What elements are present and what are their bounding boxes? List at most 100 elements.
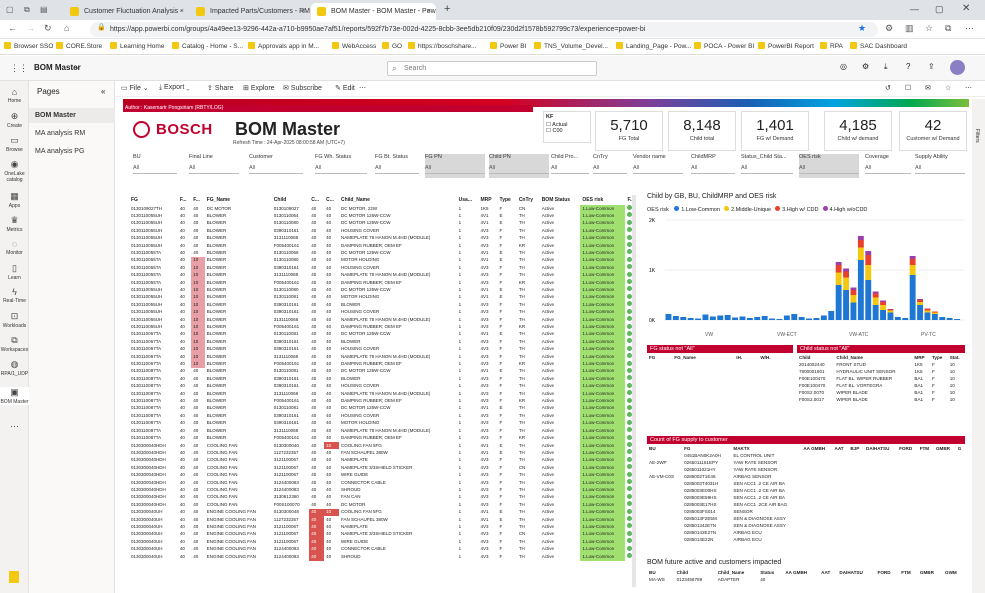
- filter-childmrp[interactable]: ChildMRP All: [691, 154, 735, 178]
- table-row[interactable]: 0265011021HY YAW RATE SENSOR: [647, 466, 965, 473]
- bar-segment[interactable]: [880, 302, 886, 305]
- table-row[interactable]: 0130110055UH 40 40 BLOWER 0130110080 40 40 DC M…: [129, 219, 639, 228]
- bar-segment[interactable]: [917, 302, 923, 305]
- minimize-button[interactable]: —: [910, 4, 919, 14]
- table-row[interactable]: 0130300040UH 40 40 ENGINE COOLING FAN 312110…: [129, 523, 639, 531]
- table-row[interactable]: AE-VM-C0S 0285002T1E46 AIRBAG SENSOR: [647, 473, 965, 480]
- table-row[interactable]: 0130300040UH 40 40 ENGINE COOLING FAN 013030…: [129, 508, 639, 517]
- table-row[interactable]: 0130300040UH 40 40 ENGINE COOLING FAN 312110…: [129, 538, 639, 546]
- kf-option-c00[interactable]: ☐ C00: [546, 128, 588, 134]
- fav-item[interactable]: SAC Dashboard: [850, 42, 907, 50]
- bar-segment[interactable]: [924, 309, 931, 311]
- table-row[interactable]: 0130110055UH 40 10 BLOWER 0130110080 40 40 DC M…: [129, 286, 639, 294]
- table-row[interactable]: 0130110055UH 40 10 BLOWER 0390310161 40 40 BLOW…: [129, 301, 639, 309]
- fav-item[interactable]: Catalog - Home - S...: [172, 42, 243, 50]
- fav-item[interactable]: TNS_Volume_Devel...: [534, 42, 608, 50]
- nav-workloads[interactable]: ⊡ Workloads: [0, 311, 29, 329]
- bar-segment[interactable]: [820, 315, 827, 321]
- nav-more[interactable]: ⋯: [0, 421, 29, 433]
- table-row[interactable]: 0130110087TA 40 40 BLOWER 3131110068 40 40 NAME…: [129, 427, 639, 435]
- maximize-button[interactable]: ▢: [935, 4, 944, 15]
- nav-browse[interactable]: ▭ Browse: [0, 135, 29, 153]
- tab-list-icon[interactable]: ▤: [40, 5, 48, 14]
- table-row[interactable]: 0130110087TA 40 40 BLOWER 0130110081 40 40 DC M…: [129, 367, 639, 376]
- table-row[interactable]: 0130110067TA 40 10 BLOWER 0390310161 40 40 BLOW…: [129, 338, 639, 346]
- column-header[interactable]: AA GMBH: [783, 569, 819, 576]
- bookmark-icon[interactable]: ☐: [905, 84, 911, 92]
- bar-segment[interactable]: [917, 300, 923, 302]
- table-row[interactable]: 0130300040HDH 40 40 COOLING FAN 3124400083 40…: [129, 486, 639, 494]
- home-icon[interactable]: ⌂: [64, 23, 69, 33]
- legend-item[interactable]: 1.Low-Common: [674, 206, 720, 213]
- search-input[interactable]: ⌕ Search: [387, 61, 597, 76]
- table-row[interactable]: 0130300040UH 40 40 ENGINE COOLING FAN 312110…: [129, 530, 639, 539]
- table-row[interactable]: 0130110067TA 40 10 BLOWER F005400161 40 40 DAMP…: [129, 360, 639, 368]
- collapse-icon[interactable]: «: [101, 87, 105, 96]
- table-row[interactable]: 0130110087TA 40 40 BLOWER 0390310161 40 40 HOUS…: [129, 382, 639, 391]
- bar-segment[interactable]: [931, 312, 938, 315]
- close-icon[interactable]: ×: [301, 3, 305, 20]
- fav-item[interactable]: CORE.Store: [56, 42, 102, 50]
- bar-segment[interactable]: [880, 310, 886, 320]
- close-window-button[interactable]: ✕: [962, 3, 970, 14]
- column-header[interactable]: GMBR: [918, 569, 943, 576]
- table-row[interactable]: 0285003E59HS SEN ACC1 .2 CE AIR BA: [647, 494, 965, 501]
- fav-item[interactable]: PowerBI Report: [758, 42, 814, 50]
- notifications-icon[interactable]: ◎: [840, 62, 847, 71]
- table-row[interactable]: 0130110055TA 40 10 BLOWER 3131110068 40 40 NAME…: [129, 271, 639, 280]
- bar-segment[interactable]: [924, 308, 931, 310]
- table-row[interactable]: 2014002440 FRONT STUD 1K5 F 10: [797, 361, 965, 368]
- column-header[interactable]: MRP: [478, 195, 497, 205]
- table-row[interactable]: 0130110055TA 40 10 BLOWER 0130110080 40 40 MOTO…: [129, 256, 639, 265]
- column-header[interactable]: FTM: [918, 445, 934, 452]
- table-row[interactable]: 0285003FS014 SENSOR: [647, 508, 965, 515]
- filter-fg-pn[interactable]: FG PN All: [425, 154, 485, 178]
- column-header[interactable]: Child_Name: [339, 195, 457, 205]
- bar-segment[interactable]: [887, 312, 894, 321]
- nav-apps[interactable]: ▦ Apps: [0, 191, 29, 209]
- table-row[interactable]: 7800001601 HYDRAULIC UNIT SENSOR 1K5 F 10: [797, 368, 965, 375]
- column-header[interactable]: DAIHATSU: [837, 569, 875, 576]
- table-row[interactable]: 0130300040HDH 40 40 COOLING FAN 1127232357 40…: [129, 449, 639, 457]
- table-row[interactable]: 0130110087TA 40 40 BLOWER 0390310161 40 40 HOUS…: [129, 412, 639, 420]
- bar-segment[interactable]: [687, 318, 694, 320]
- bar-segment[interactable]: [843, 268, 849, 272]
- comment-icon[interactable]: ✉: [925, 84, 931, 92]
- table-row[interactable]: 0130110055UH 40 40 BLOWER 3131110068 40 40 NAME…: [129, 234, 639, 243]
- bar-segment[interactable]: [909, 259, 916, 265]
- bar-segment[interactable]: [702, 314, 709, 321]
- column-header[interactable]: AAT: [819, 569, 837, 576]
- bar-segment[interactable]: [843, 271, 849, 278]
- tab-actions-icon[interactable]: ⧉: [24, 5, 30, 15]
- bar-segment[interactable]: [924, 312, 931, 321]
- bar-segment[interactable]: [813, 318, 820, 320]
- bar-segment[interactable]: [724, 315, 731, 320]
- bar-segment[interactable]: [887, 309, 894, 311]
- table-row[interactable]: 0130110055UH 40 10 BLOWER 0390310161 40 40 HOUS…: [129, 308, 639, 317]
- nav-onelake[interactable]: ◉ OneLake catalog: [0, 159, 29, 183]
- export-menu[interactable]: ⤓ Export ⌄: [159, 84, 190, 92]
- fav-item[interactable]: RPA: [820, 42, 843, 50]
- table-row[interactable]: 0130110055TA 40 10 BLOWER F005400161 40 40 DAMP…: [129, 279, 639, 287]
- table-row[interactable]: 0130110087TA 40 40 BLOWER 0390310161 40 40 MOTO…: [129, 419, 639, 428]
- bar-segment[interactable]: [939, 317, 946, 320]
- column-header[interactable]: FORD: [897, 445, 918, 452]
- column-header[interactable]: C...: [309, 195, 324, 205]
- filter-child-pn[interactable]: Child PN All: [489, 154, 549, 178]
- settings-icon[interactable]: ⚙: [862, 62, 869, 71]
- bar-segment[interactable]: [798, 317, 805, 320]
- more-options-icon[interactable]: ⋯: [359, 84, 366, 92]
- table-row[interactable]: 0130110087TA 40 40 BLOWER 3131110068 40 40 NAME…: [129, 390, 639, 398]
- avatar[interactable]: [950, 60, 965, 75]
- table-row[interactable]: 0130110067TA 40 10 BLOWER 0130110081 40 40 DC M…: [129, 330, 639, 339]
- bar-segment[interactable]: [695, 318, 701, 321]
- extensions-icon[interactable]: ⚙: [885, 23, 893, 34]
- help-icon[interactable]: ?: [906, 62, 910, 71]
- bar-segment[interactable]: [665, 314, 672, 320]
- page-ma-analysis-pg[interactable]: MA analysis PG: [29, 144, 115, 159]
- column-header[interactable]: DAIHATSU: [864, 445, 897, 452]
- nav-workspaces[interactable]: ⧉ Workspaces: [0, 335, 29, 353]
- subscribe-button[interactable]: ✉ Subscribe: [283, 84, 322, 92]
- bar-segment[interactable]: [931, 314, 938, 320]
- filter-cntry[interactable]: CnTry All: [593, 154, 627, 178]
